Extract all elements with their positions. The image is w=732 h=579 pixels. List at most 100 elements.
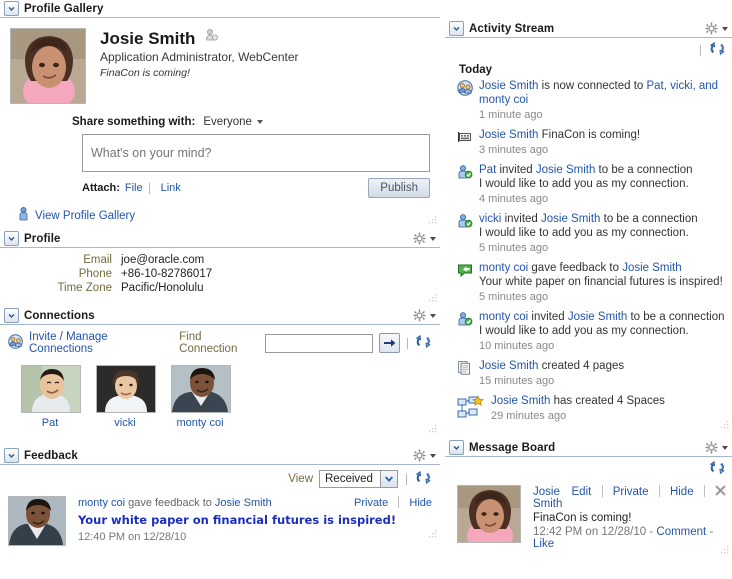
- activity-actor-link[interactable]: Josie Smith: [479, 129, 538, 141]
- profile-row: Phone +86-10-82786017: [0, 268, 432, 280]
- feedback-private-link[interactable]: Private: [354, 497, 388, 509]
- connection-item[interactable]: monty coi: [171, 365, 231, 429]
- activity-tail: to be a connection: [627, 311, 725, 323]
- message-like-link[interactable]: Like: [533, 538, 554, 550]
- connection-name[interactable]: vicki: [96, 417, 154, 429]
- avatar[interactable]: [10, 28, 86, 104]
- refresh-icon[interactable]: [415, 470, 432, 488]
- activity-targets-link[interactable]: Josie Smith: [536, 164, 595, 176]
- activity-text: is now connected to: [538, 80, 647, 92]
- chevron-down-icon[interactable]: [4, 448, 19, 463]
- feedback-hide-link[interactable]: Hide: [409, 497, 432, 509]
- feedback-recipient-link[interactable]: Josie Smith: [215, 497, 272, 509]
- chevron-down-icon[interactable]: [449, 440, 464, 455]
- delete-icon[interactable]: [715, 485, 726, 498]
- caret-down-icon[interactable]: [430, 313, 436, 318]
- activity-detail: Your white paper on financial futures is…: [479, 276, 723, 288]
- left-column: Profile Gallery Josie Smith Application …: [0, 0, 440, 579]
- activity-actor-link[interactable]: monty coi: [479, 311, 528, 323]
- chevron-down-icon[interactable]: [449, 21, 464, 36]
- activity-actor-link[interactable]: vicki: [479, 213, 501, 225]
- gear-icon[interactable]: [413, 309, 426, 322]
- panel-menu-message-board[interactable]: [705, 441, 728, 454]
- activity-actor-link[interactable]: Josie Smith: [491, 395, 550, 407]
- invite-manage-connections-link[interactable]: Invite / Manage Connections: [29, 331, 165, 355]
- activity-actor-link[interactable]: Josie Smith: [479, 80, 538, 92]
- activity-actor-link[interactable]: monty coi: [479, 262, 528, 274]
- caret-down-icon[interactable]: [430, 236, 436, 241]
- message-comment-link[interactable]: Comment: [656, 526, 706, 538]
- gear-icon[interactable]: [413, 232, 426, 245]
- panel-menu-activity-stream[interactable]: [705, 22, 728, 35]
- activity-text: invited: [528, 311, 568, 323]
- share-message-input[interactable]: [82, 134, 430, 172]
- message-edit-link[interactable]: Edit: [572, 486, 592, 498]
- caret-down-icon[interactable]: [430, 453, 436, 458]
- share-label: Share something with:: [72, 116, 196, 128]
- attach-file-link[interactable]: File: [125, 182, 143, 194]
- panel-menu-feedback[interactable]: [413, 449, 436, 462]
- profile-gallery-body: Josie Smith Application Administrator, W…: [0, 18, 440, 226]
- activity-actor-link[interactable]: Josie Smith: [479, 360, 538, 372]
- activity-targets-link[interactable]: Josie Smith: [622, 262, 681, 274]
- share-audience-dropdown[interactable]: Everyone: [203, 116, 263, 128]
- connection-name[interactable]: monty coi: [171, 417, 229, 429]
- message-timestamp: 12:42 PM on 12/28/10: [533, 526, 647, 538]
- caret-down-icon[interactable]: [722, 445, 728, 450]
- avatar[interactable]: [21, 365, 81, 413]
- resize-grip[interactable]: [721, 546, 729, 554]
- share-row: Share something with: Everyone: [10, 116, 432, 128]
- chevron-down-icon[interactable]: [4, 231, 19, 246]
- presence-icon[interactable]: [205, 28, 219, 44]
- activity-targets-link[interactable]: Josie Smith: [568, 311, 627, 323]
- resize-grip[interactable]: [429, 294, 437, 302]
- attach-link-link[interactable]: Link: [161, 182, 181, 194]
- find-connection-input[interactable]: [265, 333, 374, 353]
- connection-name[interactable]: Pat: [21, 417, 79, 429]
- message-board-body: Josie Smith Edit Private Hide FinaCon is…: [445, 457, 732, 556]
- app-root: Profile Gallery Josie Smith Application …: [0, 0, 732, 579]
- publish-button[interactable]: Publish: [368, 178, 430, 198]
- gear-icon[interactable]: [705, 441, 718, 454]
- gear-icon[interactable]: [705, 22, 718, 35]
- panel-menu-profile[interactable]: [413, 232, 436, 245]
- refresh-icon[interactable]: [709, 460, 726, 478]
- message-author-link[interactable]: Josie Smith: [533, 486, 572, 510]
- feedback-item: monty coi gave feedback to Josie Smith Pri…: [8, 496, 432, 546]
- activity-item: Josie Smith created 4 pages 15 minutes a…: [451, 359, 726, 388]
- feedback-author-link[interactable]: monty coi: [78, 497, 125, 509]
- panel-menu-connections[interactable]: [413, 309, 436, 322]
- profile-value: joe@oracle.com: [121, 254, 205, 266]
- feedback-view-select[interactable]: Received: [319, 470, 398, 488]
- spaces-icon: [457, 395, 485, 421]
- activity-item: Pat invited Josie Smith to be a connecti…: [451, 163, 726, 206]
- avatar[interactable]: [457, 485, 521, 543]
- chevron-down-icon[interactable]: [4, 308, 19, 323]
- view-profile-gallery-link[interactable]: View Profile Gallery: [35, 210, 135, 222]
- resize-grip[interactable]: [429, 425, 437, 433]
- resize-grip[interactable]: [721, 421, 729, 429]
- avatar[interactable]: [96, 365, 156, 413]
- activity-actor-link[interactable]: Pat: [479, 164, 496, 176]
- activity-item: vicki invited Josie Smith to be a connec…: [451, 212, 726, 255]
- divider: [398, 496, 400, 508]
- activity-targets-link[interactable]: Josie Smith: [541, 213, 600, 225]
- message-private-link[interactable]: Private: [613, 486, 649, 498]
- resize-grip[interactable]: [429, 530, 437, 538]
- refresh-icon[interactable]: [415, 334, 432, 352]
- connection-item[interactable]: Pat: [21, 365, 81, 429]
- gear-icon[interactable]: [413, 449, 426, 462]
- arrow-right-icon[interactable]: [379, 333, 401, 353]
- chevron-down-icon[interactable]: [4, 1, 19, 16]
- avatar[interactable]: [8, 496, 66, 546]
- resize-grip[interactable]: [429, 216, 437, 224]
- connection-item[interactable]: vicki: [96, 365, 156, 429]
- caret-down-icon[interactable]: [722, 26, 728, 31]
- user-note: FinaCon is coming!: [100, 67, 190, 79]
- activity-timestamp: 10 minutes ago: [479, 340, 555, 352]
- invite-icon: [457, 311, 473, 327]
- message-hide-link[interactable]: Hide: [670, 486, 694, 498]
- refresh-icon[interactable]: [709, 41, 726, 59]
- view-profile-gallery-row[interactable]: View Profile Gallery: [18, 207, 437, 224]
- avatar[interactable]: [171, 365, 231, 413]
